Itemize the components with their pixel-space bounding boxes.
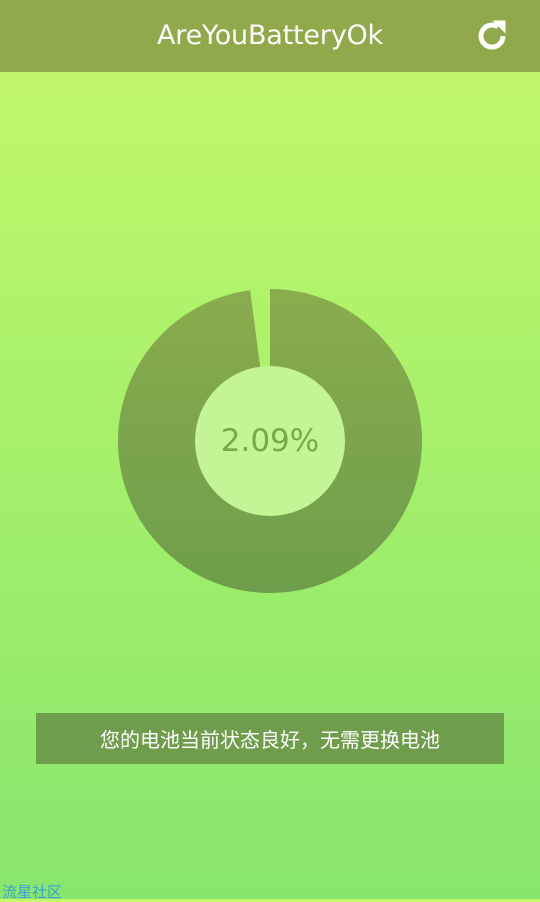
battery-percent-label: 2.09% [220, 423, 320, 459]
status-message: 您的电池当前状态良好，无需更换电池 [100, 728, 440, 752]
battery-gauge: 2.09% [118, 289, 422, 593]
status-banner: 您的电池当前状态良好，无需更换电池 [36, 713, 504, 764]
refresh-icon [478, 20, 506, 50]
app-bar: AreYouBatteryOk [0, 0, 540, 72]
refresh-button[interactable] [470, 14, 514, 58]
app-title: AreYouBatteryOk [157, 20, 383, 51]
